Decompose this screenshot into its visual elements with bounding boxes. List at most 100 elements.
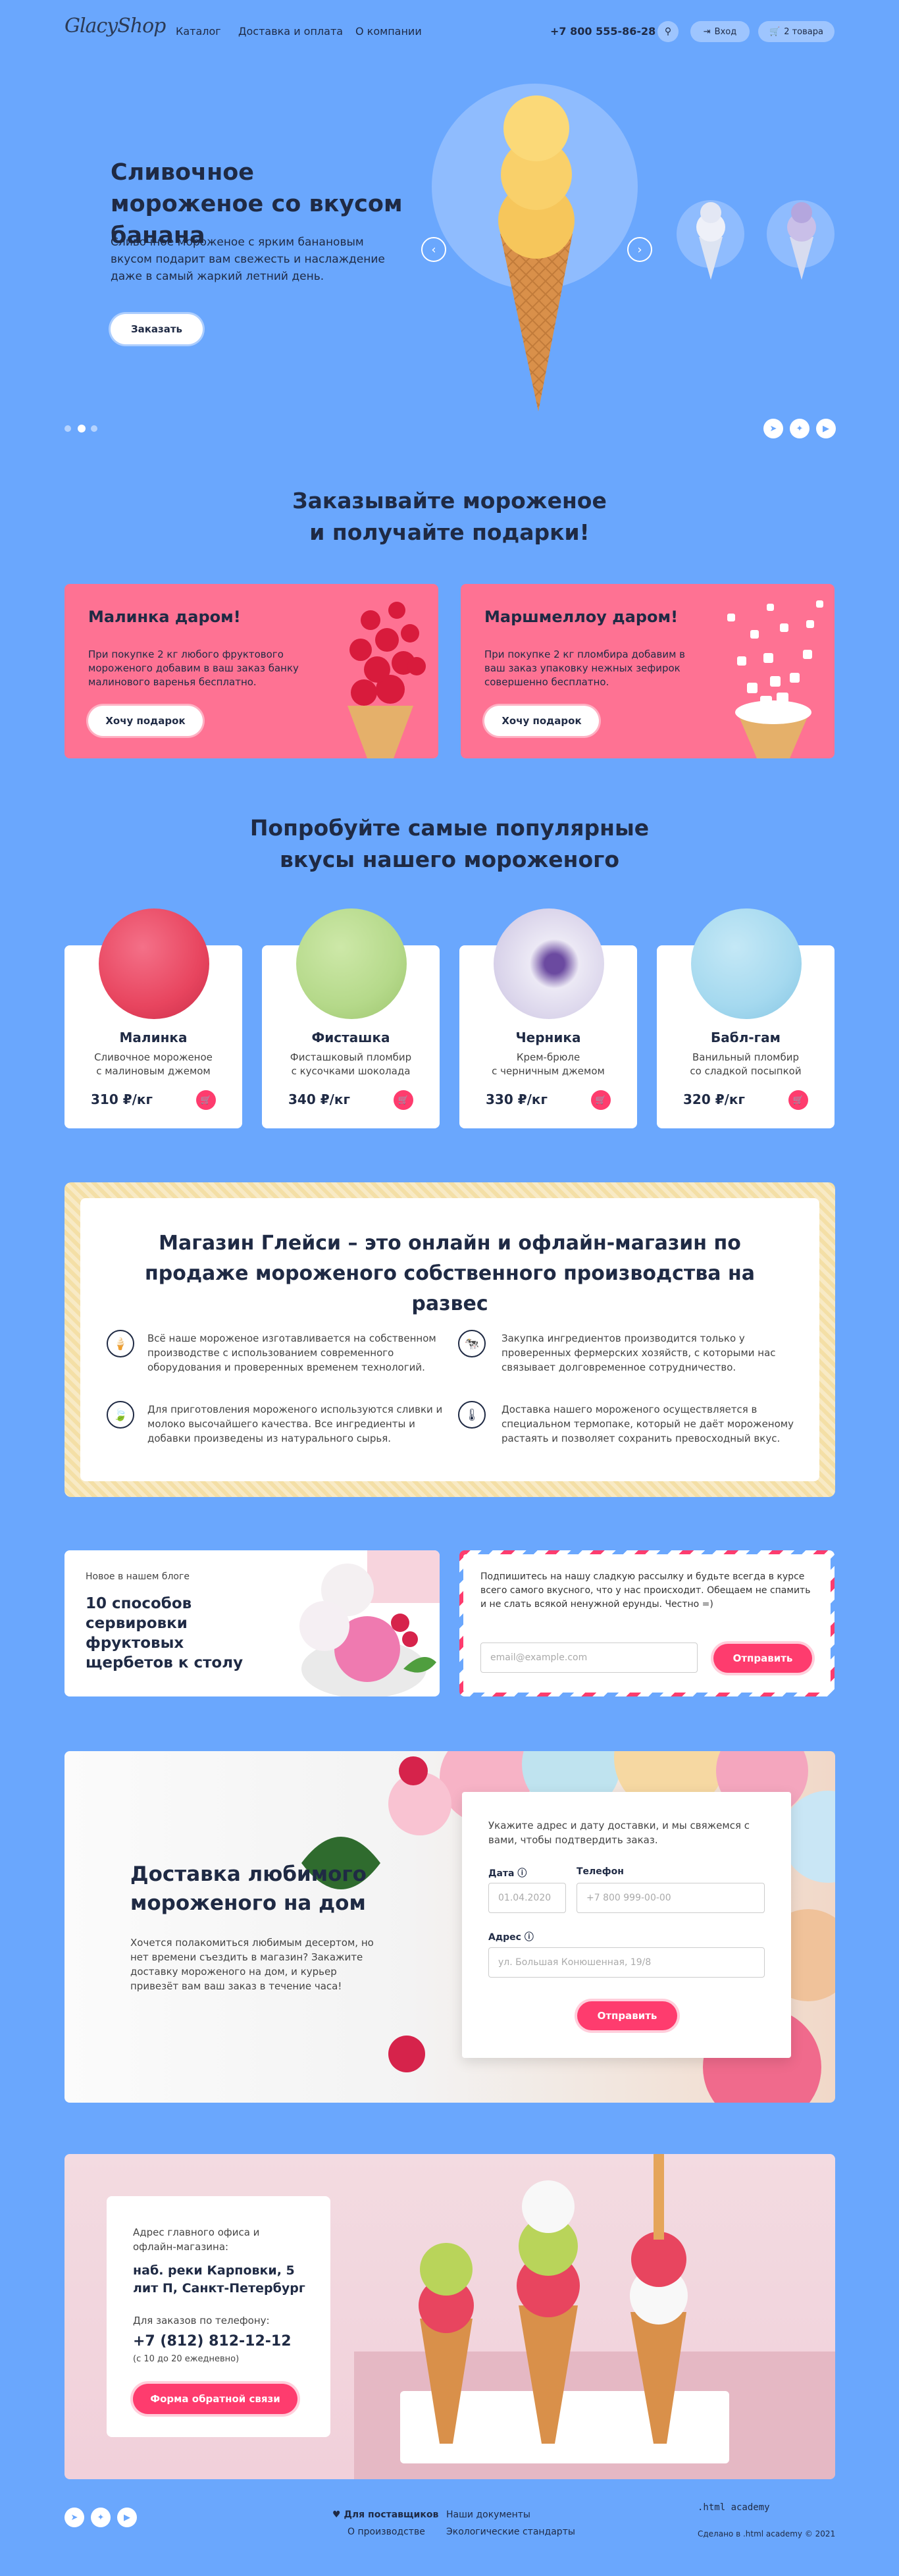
slider-dot-1[interactable]: [64, 425, 71, 432]
chevron-left-icon: ‹: [431, 242, 436, 257]
office-label: Адрес главного офиса и офлайн-магазина:: [133, 2226, 260, 2253]
address-input[interactable]: ул. Большая Конюшенная, 19/8: [488, 1947, 765, 1978]
delivery-text: Хочется полакомиться любимым десертом, н…: [130, 1937, 374, 1992]
date-input[interactable]: 01.04.2020: [488, 1883, 566, 1913]
cart-icon: 🛒: [200, 1095, 212, 1105]
youtube-icon[interactable]: ▶: [117, 2508, 137, 2527]
academy-logo[interactable]: .html academy: [698, 2503, 770, 2512]
delivery-section: Доставка любимого мороженого на дом Хоче…: [64, 1751, 835, 2103]
phone-input[interactable]: +7 800 999-00-00: [577, 1883, 765, 1913]
delivery-submit-button[interactable]: Отправить: [577, 2001, 677, 2030]
delivery-form-text: Укажите адрес и дату доставки, и мы свяж…: [488, 1820, 750, 1846]
login-label: Вход: [714, 26, 737, 37]
add-to-cart-button[interactable]: 🛒: [591, 1090, 611, 1110]
product-price: 340 ₽/кг: [288, 1091, 350, 1107]
product-price: 310 ₽/кг: [91, 1091, 153, 1107]
blog-label: Новое в нашем блоге: [86, 1571, 190, 1582]
ice-cream-icon: 🍦: [107, 1330, 134, 1357]
blog-title[interactable]: 10 способов сервировки фруктовых щербето…: [86, 1594, 276, 1673]
logo[interactable]: GlacyShop: [64, 14, 166, 38]
header-phone[interactable]: +7 800 555-86-28: [550, 25, 655, 38]
about-section: Магазин Глейси – это онлайн и офлайн-маг…: [80, 1198, 819, 1481]
slider-dot-3[interactable]: [91, 425, 97, 432]
search-button[interactable]: ⚲: [657, 21, 679, 42]
banana-ice-cream-image: [498, 95, 575, 411]
contacts-phone[interactable]: +7 (812) 812-12-12: [133, 2333, 292, 2350]
sorbet-image: [299, 1550, 440, 1696]
delivery-form: Укажите адрес и дату доставки, и мы свяж…: [462, 1792, 791, 2058]
nav-catalog[interactable]: Каталог: [176, 25, 221, 38]
hero-next-button[interactable]: ›: [627, 237, 652, 262]
subscribe-text: Подпишитесь на нашу сладкую рассылку и б…: [480, 1571, 811, 1610]
feature-farms: Закупка ингредиентов производится только…: [501, 1332, 776, 1373]
cart-label: 2 товара: [784, 26, 823, 37]
gifts-title: Заказывайте мороженое и получайте подарк…: [292, 488, 607, 545]
hero-order-button[interactable]: Заказать: [111, 314, 203, 344]
product-name: Бабл-гам: [711, 1030, 781, 1045]
twitter-icon[interactable]: ✦: [91, 2508, 111, 2527]
product-card-pistachio[interactable]: Фисташка Фисташковый пломбир с кусочками…: [262, 908, 440, 1128]
contacts-hours: (с 10 до 20 ежедневно): [133, 2354, 240, 2364]
add-to-cart-button[interactable]: 🛒: [394, 1090, 413, 1110]
footer-made-by: Сделано в .html academy © 2021: [698, 2529, 836, 2538]
hero-prev-button[interactable]: ‹: [421, 237, 446, 262]
marshmallow-image: [727, 600, 823, 758]
thumb-ice-cream-1: [696, 202, 725, 280]
heart-icon: ♥: [332, 2510, 341, 2520]
promo-marshmallow-text: При покупке 2 кг пломбира добавим в ваш …: [484, 648, 685, 688]
add-to-cart-button[interactable]: 🛒: [196, 1090, 216, 1110]
subscribe-button[interactable]: Отправить: [713, 1644, 812, 1673]
popular-title: Попробуйте самые популярные вкусы нашего…: [249, 815, 650, 872]
youtube-icon[interactable]: ▶: [816, 419, 836, 438]
product-card-bubblegum[interactable]: Бабл-гам Ванильный пломбир со сладкой по…: [657, 908, 835, 1128]
promo-raspberry: Малинка даром! При покупке 2 кг любого ф…: [64, 584, 438, 758]
hero-text: Сливочное мороженое с ярким банановым вк…: [111, 236, 385, 283]
nav-about[interactable]: О компании: [355, 25, 422, 38]
product-raspberry-image: [99, 908, 209, 1019]
promo-raspberry-text: При покупке 2 кг любого фруктового морож…: [88, 648, 299, 688]
feature-delivery: Доставка нашего мороженого осуществляетс…: [501, 1404, 794, 1444]
phone-label: Телефон: [577, 1866, 624, 1877]
address-label: Адрес ⓘ: [488, 1932, 534, 1943]
search-icon: ⚲: [664, 26, 672, 37]
ice-cream-cones-image: [354, 2154, 835, 2479]
thermometer-icon: 🌡: [458, 1401, 486, 1429]
cart-button[interactable]: 🛒 2 товара: [758, 21, 835, 42]
delivery-title: Доставка любимого мороженого на дом: [130, 1862, 367, 1915]
footer-documents-link[interactable]: Наши документы: [446, 2510, 530, 2520]
thumb-ice-cream-2: [787, 202, 816, 280]
product-bubblegum-image: [691, 908, 802, 1019]
info-icon: ⓘ: [517, 1868, 527, 1879]
slider-dot-2-active[interactable]: [78, 425, 86, 433]
product-card-raspberry[interactable]: Малинка Сливочное мороженое с малиновым …: [64, 908, 242, 1128]
product-blueberry-image: [494, 908, 604, 1019]
product-name: Черника: [515, 1030, 581, 1045]
footer-standards-link[interactable]: Экологические стандарты: [446, 2527, 575, 2537]
subscribe-frame: Подпишитесь на нашу сладкую рассылку и б…: [459, 1550, 835, 1696]
product-desc: Крем-брюле с черничным джемом: [492, 1051, 605, 1077]
login-button[interactable]: ⇥ Вход: [690, 21, 750, 42]
nav-delivery[interactable]: Доставка и оплата: [238, 25, 343, 38]
blog-card[interactable]: Новое в нашем блоге 10 способов сервиров…: [64, 1550, 440, 1696]
product-desc: Фисташковый пломбир с кусочками шоколада: [290, 1051, 412, 1077]
add-to-cart-button[interactable]: 🛒: [788, 1090, 808, 1110]
telegram-icon[interactable]: ➤: [763, 419, 783, 438]
chevron-right-icon: ›: [637, 242, 642, 257]
footer-suppliers-link[interactable]: ♥ Для поставщиков: [332, 2510, 438, 2520]
date-label: Дата ⓘ: [488, 1868, 527, 1879]
leaf-icon: 🍃: [107, 1401, 134, 1429]
product-name: Фисташка: [311, 1030, 390, 1045]
promo-raspberry-button[interactable]: Хочу подарок: [88, 706, 203, 736]
subscribe-email-input[interactable]: email@example.com: [480, 1643, 698, 1673]
footer-production-link[interactable]: О производстве: [347, 2527, 425, 2537]
feedback-form-button[interactable]: Форма обратной связи: [133, 2384, 297, 2414]
telegram-icon[interactable]: ➤: [64, 2508, 84, 2527]
promo-marshmallow-title: Маршмеллоу даром!: [484, 608, 679, 626]
subscribe-section: Подпишитесь на нашу сладкую рассылку и б…: [463, 1554, 831, 1693]
product-pistachio-image: [296, 908, 407, 1019]
promo-marshmallow-button[interactable]: Хочу подарок: [484, 706, 599, 736]
product-card-blueberry[interactable]: Черника Крем-брюле с черничным джемом 33…: [459, 908, 637, 1128]
contacts-card: Адрес главного офиса и офлайн-магазина: …: [107, 2196, 330, 2437]
twitter-icon[interactable]: ✦: [790, 419, 809, 438]
info-icon: ⓘ: [524, 1932, 534, 1943]
